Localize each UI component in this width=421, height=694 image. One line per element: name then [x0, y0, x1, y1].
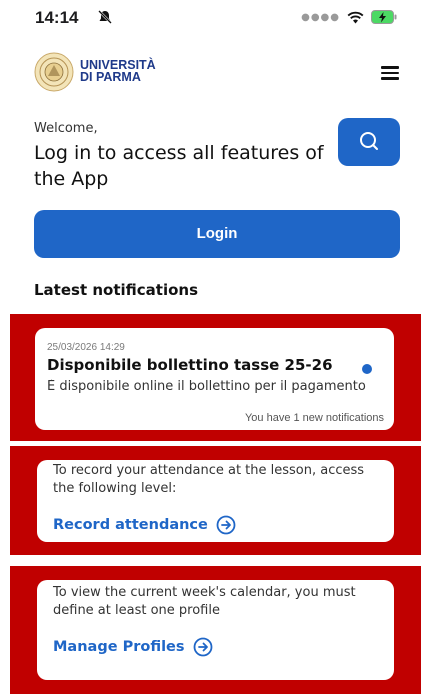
search-icon	[360, 132, 378, 150]
attendance-text: To record your attendance at the lesson,…	[53, 463, 365, 496]
arrow-circle-right-icon	[216, 515, 236, 535]
logo-line-2: DI PARMA	[80, 70, 141, 84]
app-header: UNIVERSITÀ DI PARMA	[0, 46, 421, 98]
manage-profiles-label: Manage Profiles	[53, 639, 185, 655]
notification-title: Disponibile bollettino tasse 25-26	[47, 356, 333, 374]
notifications-section-title: Latest notifications	[34, 281, 198, 299]
unread-dot-icon	[362, 364, 372, 374]
calendar-card: To view the current week's calendar, you…	[37, 580, 394, 680]
status-indicators: ●●●●	[301, 10, 397, 24]
bell-slash-icon	[98, 10, 112, 24]
login-button[interactable]: Login	[34, 210, 400, 258]
menu-icon[interactable]	[381, 66, 399, 80]
battery-charging-icon	[371, 10, 397, 24]
university-logo-text: UNIVERSITÀ DI PARMA	[80, 59, 156, 84]
signal-dots-icon: ●●●●	[301, 11, 340, 23]
notification-date: 25/03/2026 14:29	[47, 342, 125, 353]
wifi-icon	[347, 11, 364, 23]
status-bar: 14:14 ●●●●	[0, 0, 421, 40]
attendance-card: To record your attendance at the lesson,…	[37, 460, 394, 542]
arrow-circle-right-icon	[193, 637, 212, 657]
notification-body: È disponibile online il bollettino per i…	[47, 379, 366, 394]
welcome-headline: Log in to access all features of the App	[34, 142, 324, 190]
menu-bar	[381, 66, 399, 69]
record-attendance-link[interactable]: Record attendance	[53, 515, 236, 535]
menu-bar	[381, 71, 399, 74]
welcome-text: Welcome,	[34, 121, 98, 136]
calendar-text: To view the current week's calendar, you…	[53, 585, 356, 618]
search-button[interactable]	[338, 118, 400, 166]
notification-card[interactable]: 25/03/2026 14:29 Disponibile bollettino …	[35, 328, 394, 430]
record-attendance-label: Record attendance	[53, 517, 208, 533]
status-time: 14:14	[35, 8, 79, 27]
new-notifications-count: You have 1 new notifications	[244, 412, 384, 424]
manage-profiles-link[interactable]: Manage Profiles	[53, 637, 213, 657]
menu-bar	[381, 77, 399, 80]
university-seal-icon	[34, 52, 74, 92]
